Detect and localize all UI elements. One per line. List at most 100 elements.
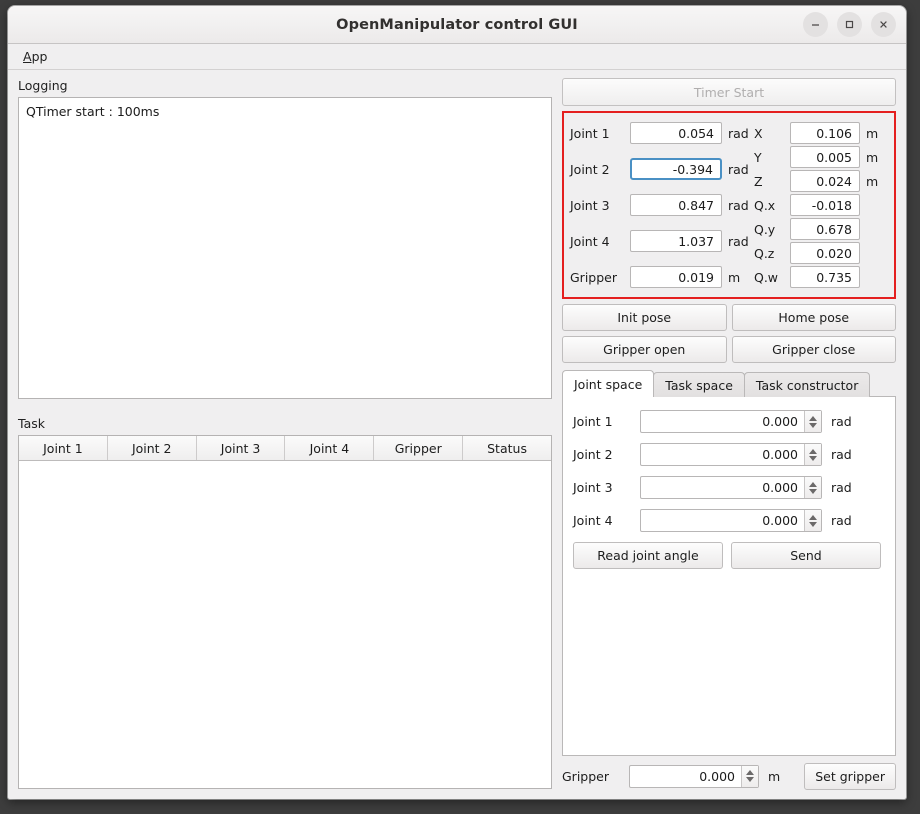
pose-state-value[interactable]: 0.735 xyxy=(790,266,860,288)
chevron-up-icon[interactable] xyxy=(809,482,817,487)
task-table[interactable]: Joint 1Joint 2Joint 3Joint 4GripperStatu… xyxy=(18,435,552,789)
pose-state-label: Y xyxy=(754,150,784,165)
joint-space-button-read-joint-angle[interactable]: Read joint angle xyxy=(573,542,723,569)
joint-space-unit: rad xyxy=(831,513,851,528)
window-title: OpenManipulator control GUI xyxy=(336,17,578,33)
pose-state-label: Q.y xyxy=(754,222,784,237)
joint-state-row: Gripper 0.019 m xyxy=(570,265,748,289)
pose-state-value[interactable]: 0.020 xyxy=(790,242,860,264)
joint-space-spinbox[interactable]: 0.000 xyxy=(640,410,822,433)
pose-button-gripper-open[interactable]: Gripper open xyxy=(562,336,727,363)
logging-output[interactable]: QTimer start : 100ms xyxy=(18,97,552,399)
chevron-up-icon[interactable] xyxy=(809,416,817,421)
task-table-header: Joint 1Joint 2Joint 3Joint 4GripperStatu… xyxy=(19,436,551,461)
pose-button-home-pose[interactable]: Home pose xyxy=(732,304,897,331)
joint-state-value[interactable]: 0.054 xyxy=(630,122,722,144)
timer-start-button[interactable]: Timer Start xyxy=(562,78,896,106)
joint-space-value[interactable]: 0.000 xyxy=(641,411,804,432)
joint-space-stepper[interactable] xyxy=(804,477,821,498)
pose-state-value[interactable]: 0.024 xyxy=(790,170,860,192)
tab-task-constructor[interactable]: Task constructor xyxy=(744,372,870,397)
pose-button-grid: Init poseHome poseGripper openGripper cl… xyxy=(562,304,896,363)
pose-state-column: X0.106mY0.005mZ0.024mQ.x-0.018Q.y0.678Q.… xyxy=(754,121,886,289)
chevron-down-icon[interactable] xyxy=(809,522,817,527)
task-column-header[interactable]: Status xyxy=(463,436,551,460)
tab-joint-space[interactable]: Joint space xyxy=(562,370,654,397)
chevron-up-icon[interactable] xyxy=(809,515,817,520)
pose-state-value[interactable]: 0.005 xyxy=(790,146,860,168)
pose-state-unit: m xyxy=(866,126,886,141)
task-column-header[interactable]: Joint 3 xyxy=(197,436,286,460)
pose-state-value[interactable]: 0.678 xyxy=(790,218,860,240)
joint-space-stepper[interactable] xyxy=(804,411,821,432)
tab-task-space[interactable]: Task space xyxy=(653,372,745,397)
chevron-down-icon[interactable] xyxy=(809,489,817,494)
gripper-value[interactable]: 0.000 xyxy=(630,766,741,787)
joint-space-spinbox[interactable]: 0.000 xyxy=(640,476,822,499)
chevron-up-icon[interactable] xyxy=(746,770,754,775)
chevron-down-icon[interactable] xyxy=(746,777,754,782)
set-gripper-button[interactable]: Set gripper xyxy=(804,763,896,790)
minimize-icon[interactable] xyxy=(803,12,828,37)
task-column-header[interactable]: Joint 4 xyxy=(285,436,374,460)
joint-space-rows: Joint 10.000radJoint 20.000radJoint 30.0… xyxy=(573,410,881,532)
gripper-unit: m xyxy=(768,769,788,784)
joint-space-unit: rad xyxy=(831,447,851,462)
left-panel: Logging QTimer start : 100ms Task Joint … xyxy=(18,78,552,789)
log-line: QTimer start : 100ms xyxy=(26,104,544,120)
menu-item-app[interactable]: App xyxy=(17,47,53,66)
joint-state-value[interactable]: 0.019 xyxy=(630,266,722,288)
joint-state-row: Joint 10.054rad xyxy=(570,121,748,145)
joint-space-spinbox[interactable]: 0.000 xyxy=(640,509,822,532)
tab-bar: Joint spaceTask spaceTask constructor xyxy=(562,371,896,397)
joint-space-stepper[interactable] xyxy=(804,510,821,531)
joint-state-value[interactable]: 1.037 xyxy=(630,230,722,252)
control-tabs: Joint spaceTask spaceTask constructor Jo… xyxy=(562,371,896,756)
pose-state-label: Q.x xyxy=(754,198,784,213)
chevron-down-icon[interactable] xyxy=(809,456,817,461)
joint-state-unit: rad xyxy=(728,234,748,249)
maximize-icon[interactable] xyxy=(837,12,862,37)
joint-state-value[interactable]: -0.394 xyxy=(630,158,722,180)
menu-app-mnemonic: A xyxy=(23,49,32,64)
close-icon[interactable] xyxy=(871,12,896,37)
menu-app-rest: pp xyxy=(32,49,48,64)
joint-space-value[interactable]: 0.000 xyxy=(641,510,804,531)
gripper-label: Gripper xyxy=(562,769,620,784)
joint-state-unit: rad xyxy=(728,162,748,177)
joint-space-label: Joint 2 xyxy=(573,447,631,462)
joint-space-spinbox[interactable]: 0.000 xyxy=(640,443,822,466)
gripper-spinbox[interactable]: 0.000 xyxy=(629,765,759,788)
pose-state-value[interactable]: -0.018 xyxy=(790,194,860,216)
joint-state-row: Joint 30.847rad xyxy=(570,193,748,217)
joint-space-stepper[interactable] xyxy=(804,444,821,465)
pose-state-label: Q.z xyxy=(754,246,784,261)
task-column-header[interactable]: Gripper xyxy=(374,436,463,460)
joint-state-value[interactable]: 0.847 xyxy=(630,194,722,216)
main-content: Logging QTimer start : 100ms Task Joint … xyxy=(8,70,906,799)
joint-state-column: Joint 10.054radJoint 2-0.394radJoint 30.… xyxy=(570,121,748,289)
title-bar: OpenManipulator control GUI xyxy=(8,6,906,44)
joint-state-unit: m xyxy=(728,270,748,285)
joint-state-row: Joint 41.037rad xyxy=(570,229,748,253)
pose-button-init-pose[interactable]: Init pose xyxy=(562,304,727,331)
joint-space-value[interactable]: 0.000 xyxy=(641,477,804,498)
joint-state-unit: rad xyxy=(728,198,748,213)
pose-state-value[interactable]: 0.106 xyxy=(790,122,860,144)
task-column-header[interactable]: Joint 1 xyxy=(19,436,108,460)
joint-space-value[interactable]: 0.000 xyxy=(641,444,804,465)
task-column-header[interactable]: Joint 2 xyxy=(108,436,197,460)
joint-space-unit: rad xyxy=(831,414,851,429)
joint-state-unit: rad xyxy=(728,126,748,141)
chevron-down-icon[interactable] xyxy=(809,423,817,428)
pose-button-gripper-close[interactable]: Gripper close xyxy=(732,336,897,363)
joint-state-label: Gripper xyxy=(570,270,624,285)
robot-state-group: Joint 10.054radJoint 2-0.394radJoint 30.… xyxy=(562,111,896,299)
menu-bar: App xyxy=(8,44,906,70)
task-table-body[interactable] xyxy=(19,461,551,788)
joint-space-button-send[interactable]: Send xyxy=(731,542,881,569)
joint-space-row: Joint 10.000rad xyxy=(573,410,881,433)
gripper-stepper[interactable] xyxy=(741,766,758,787)
pose-state-row: Q.y 0.678 xyxy=(754,217,886,241)
chevron-up-icon[interactable] xyxy=(809,449,817,454)
